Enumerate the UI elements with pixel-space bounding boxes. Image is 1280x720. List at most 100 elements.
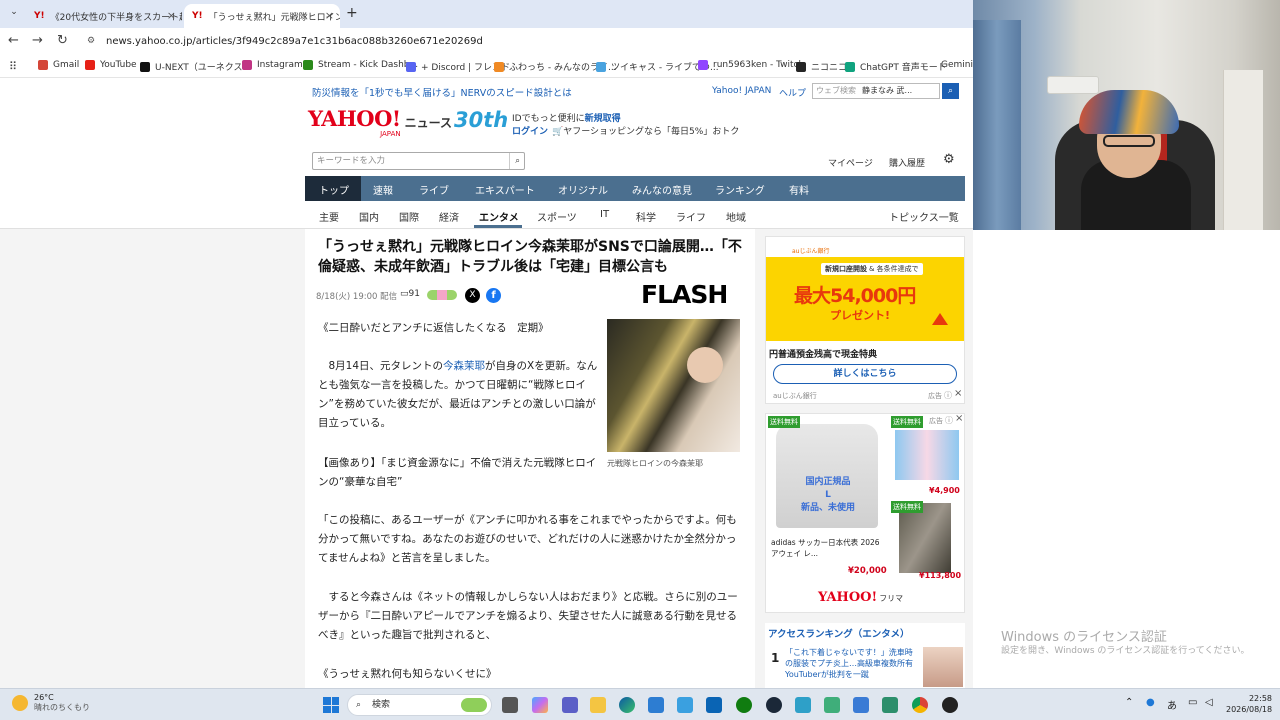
cat-entertainment[interactable]: エンタメ [479, 209, 519, 224]
network-icon[interactable]: ▭ [1188, 697, 1197, 708]
steam-icon[interactable] [766, 697, 782, 713]
help-link[interactable]: ヘルプ [779, 86, 806, 99]
person-link[interactable]: 今森茉耶 [443, 360, 485, 372]
signup-link[interactable]: 新規取得 [585, 114, 621, 124]
cat-main[interactable]: 主要 [319, 209, 339, 224]
nav-live[interactable]: ライブ [419, 182, 449, 197]
start-windows-icon[interactable] [323, 697, 339, 713]
obs-icon[interactable] [942, 697, 958, 713]
ranking-thumb[interactable] [923, 647, 963, 687]
related-article-link[interactable]: 【画像あり】「まじ資金源なに」不倫で消えた元戦隊ヒロインの“豪華な自宅” [318, 454, 598, 492]
discord-icon [406, 61, 416, 72]
back-icon[interactable]: ← [8, 33, 19, 48]
xbox-icon[interactable] [736, 697, 752, 713]
close-icon[interactable]: × [167, 9, 176, 22]
edge-icon[interactable] [619, 697, 635, 713]
topics-list-link[interactable]: トピックス一覧 [889, 209, 959, 224]
cat-domestic[interactable]: 国内 [359, 209, 379, 224]
ime-indicator[interactable]: あ [1167, 697, 1177, 712]
outlook-icon[interactable] [706, 697, 722, 713]
bookmark-gemini[interactable]: Gemini [936, 60, 973, 70]
settings-gear-icon[interactable]: ⚙ [943, 152, 955, 167]
tab-previous[interactable]: Y! 《20代女性の下半身をスカート越し × [26, 4, 182, 28]
nav-top[interactable]: トップ [319, 182, 349, 197]
twitcasting-icon [596, 61, 606, 72]
app-icon[interactable] [795, 697, 811, 713]
bookmark-chatgpt[interactable]: ChatGPT 音声モード [845, 60, 947, 73]
bookmark-instagram[interactable]: Instagram [242, 60, 303, 70]
app-icon[interactable] [853, 697, 869, 713]
app-icon[interactable] [677, 697, 693, 713]
chrome-icon[interactable] [912, 697, 928, 713]
ranking-item-link[interactable]: 「これ下着じゃないです！」洗車時の服装でプチ炎上…高級車複数所有YouTuber… [785, 647, 919, 680]
product-small-2[interactable]: 送料無料 ¥113,800 [891, 501, 963, 583]
apps-grid-icon[interactable]: ⠿ [9, 60, 17, 73]
bookmark-twitch[interactable]: run5963ken - Twitch [698, 60, 804, 70]
bookmark-kick[interactable]: Stream - Kick Dashb... [303, 60, 418, 70]
cat-economy[interactable]: 経済 [439, 209, 459, 224]
new-tab-button[interactable]: + [346, 5, 358, 21]
url-input[interactable]: news.yahoo.co.jp/articles/3f949c2c89a7e1… [86, 32, 966, 52]
close-icon[interactable]: × [325, 9, 334, 22]
ad-cta-button[interactable]: 詳しくはこちら [773, 364, 957, 384]
copilot-icon[interactable] [532, 697, 548, 713]
product-main[interactable]: 送料無料 国内正規品 L 新品、未使用 adidas サッカー日本代表 2026… [768, 416, 887, 584]
cat-international[interactable]: 国際 [399, 209, 419, 224]
info-icon[interactable]: ⓘ [944, 390, 952, 401]
facebook-share-icon[interactable]: f [486, 288, 501, 303]
bookmark-label: Gmail [53, 60, 80, 70]
login-link[interactable]: ログイン [512, 127, 548, 137]
clock[interactable]: 22:58 2026/08/18 [1226, 693, 1272, 715]
purchase-history-link[interactable]: 購入履歴 [889, 156, 925, 169]
ad-bank[interactable]: auじぶん銀行 新規口座開設 & 各条件達成で 最大54,000円 プレゼント! … [765, 236, 965, 404]
article-photo[interactable] [607, 319, 740, 452]
tab-list-button[interactable]: ⌄ [6, 7, 22, 21]
bookmark-niconico[interactable]: ニコニコ [796, 60, 847, 73]
ad-flea-market[interactable]: 広告 ⓘ × 送料無料 国内正規品 L 新品、未使用 adidas サッカー日本… [765, 413, 965, 613]
teams-icon[interactable] [562, 697, 578, 713]
app-icon[interactable] [824, 697, 840, 713]
yahoo-japan-link[interactable]: Yahoo! JAPAN [712, 86, 771, 96]
cat-life[interactable]: ライフ [676, 209, 706, 224]
tab-active[interactable]: Y! 「うっせぇ黙れ」元戦隊ヒロイン今森 × [184, 4, 340, 28]
nav-ranking[interactable]: ランキング [715, 182, 765, 197]
store-icon[interactable] [648, 697, 664, 713]
forward-icon[interactable]: → [32, 33, 43, 48]
nav-opinion[interactable]: みんなの意見 [632, 182, 692, 197]
chevron-up-icon[interactable]: ⌃ [1125, 697, 1133, 708]
close-icon[interactable]: × [954, 388, 962, 399]
nav-original[interactable]: オリジナル [558, 182, 608, 197]
mypage-link[interactable]: マイページ [828, 156, 873, 169]
nav-expert[interactable]: エキスパート [475, 182, 535, 197]
x-share-icon[interactable]: X [465, 288, 480, 303]
reload-icon[interactable]: ↻ [57, 33, 68, 48]
nav-flash[interactable]: 速報 [373, 182, 393, 197]
nav-paid[interactable]: 有料 [789, 182, 809, 197]
web-search-button[interactable]: ⌕ [942, 83, 959, 99]
web-search-input[interactable]: ウェブ検索 静まなみ 武... [812, 83, 940, 99]
bookmark-gmail[interactable]: Gmail [38, 60, 79, 70]
keyword-search-input[interactable]: キーワードを入力 ⌕ [312, 152, 525, 170]
cat-science[interactable]: 科学 [636, 209, 656, 224]
taskbar-search[interactable]: ⌕ 検索 [347, 694, 492, 716]
glasses-image [1103, 135, 1155, 147]
search-icon[interactable]: ⌕ [509, 153, 520, 169]
bookmark-unext[interactable]: U-NEXT（ユーネクス... [140, 60, 251, 73]
top-notice-link[interactable]: 防災情報を「1秒でも早く届ける」NERVのスピード設計とは [312, 85, 572, 99]
file-explorer-icon[interactable] [590, 697, 606, 713]
cat-it[interactable]: IT [600, 209, 609, 220]
yahoo-logo[interactable]: YAHOO! JAPAN ニュース [308, 108, 452, 139]
shopping-promo-link[interactable]: ヤフーショッピングなら「毎日5%」おトク [563, 127, 739, 137]
task-view-icon[interactable] [502, 697, 518, 713]
weather-widget[interactable]: 26°C 晴れのちくもり [12, 693, 90, 713]
bookmark-youtube[interactable]: YouTube [85, 60, 137, 70]
product-small-1[interactable]: 送料無料 ¥4,900 [891, 416, 963, 498]
publisher-logo[interactable]: FLASH [641, 280, 728, 309]
cat-sports[interactable]: スポーツ [537, 209, 577, 224]
app-icon[interactable] [882, 697, 898, 713]
comments-count[interactable]: ▭91 [400, 289, 420, 299]
bookmark-label: ChatGPT 音声モード [860, 63, 947, 73]
volume-icon[interactable]: ◁ [1205, 697, 1213, 708]
microphone-icon[interactable]: ● [1146, 697, 1155, 708]
cat-region[interactable]: 地域 [726, 209, 746, 224]
